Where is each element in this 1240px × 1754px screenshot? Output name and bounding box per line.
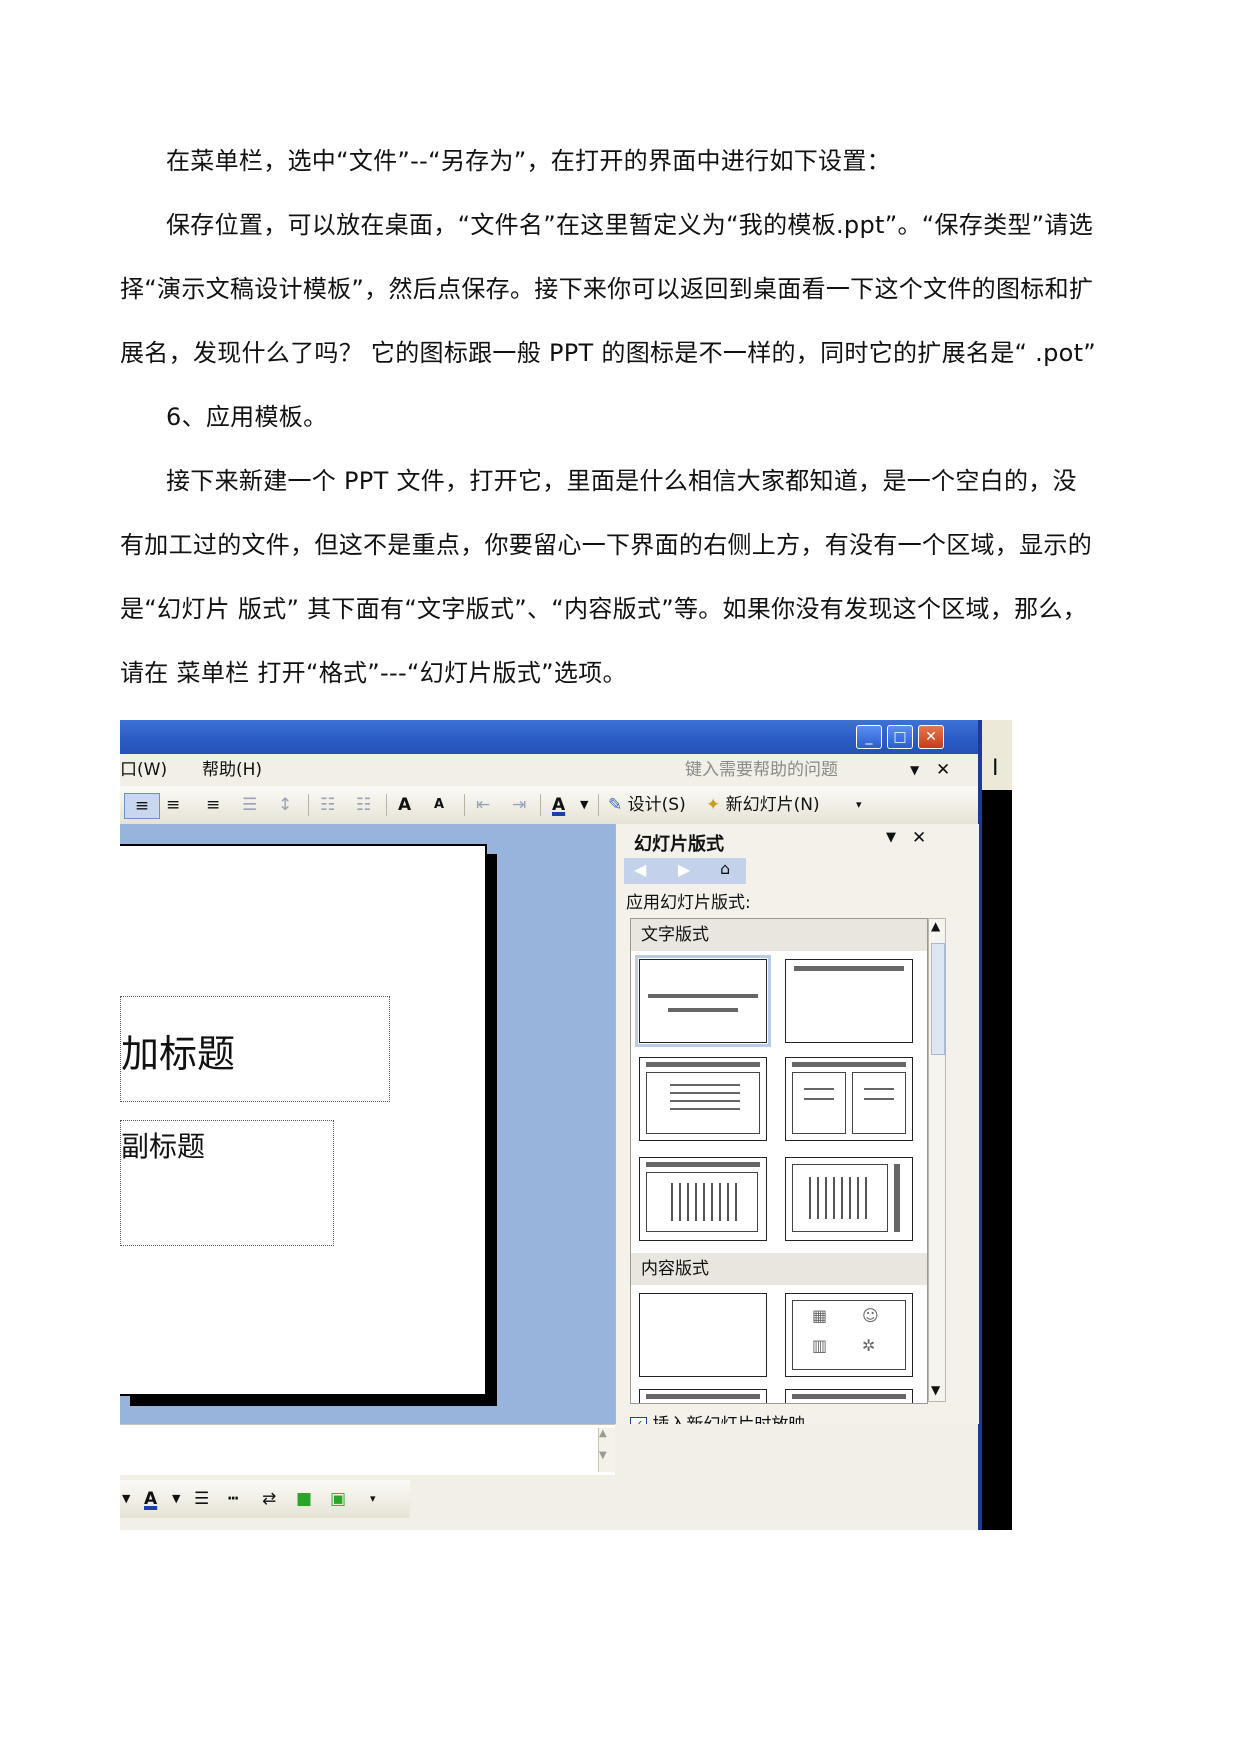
scroll-up-icon[interactable]: ▲ — [931, 919, 940, 933]
layout-title-only[interactable] — [785, 959, 913, 1043]
dash-style-icon[interactable]: ┅ — [228, 1480, 238, 1518]
layout-title-two-column[interactable] — [785, 1057, 913, 1141]
new-slide-label: 新幻灯片(N) — [725, 795, 820, 815]
line-spacing-icon[interactable]: ↕ — [278, 793, 292, 817]
help-dropdown-icon[interactable]: ▼ — [910, 754, 919, 786]
text-layouts-header: 文字版式 — [631, 919, 927, 951]
slide-layout-task-pane: 幻灯片版式 ▼ ✕ ◀ ▶ ⌂ 应用幻灯片版式: 文字版式 内容版式 ▦ ☺ ▥… — [615, 824, 979, 1435]
decrease-font-icon[interactable]: A — [434, 793, 444, 817]
fill-dropdown-icon[interactable]: ▼ — [122, 1480, 130, 1518]
close-icon[interactable]: ✕ — [918, 725, 944, 749]
font-color-dropdown-icon[interactable]: ▼ — [580, 793, 588, 817]
draw-font-color-icon[interactable]: A — [144, 1480, 157, 1518]
notes-scrollbar[interactable]: ▲ ▼ — [598, 1428, 615, 1472]
slide-canvas: 加标题 副标题 — [120, 844, 487, 1396]
subtitle-placeholder[interactable]: 副标题 — [120, 1120, 334, 1246]
slide-editing-area: 加标题 副标题 — [120, 824, 615, 1424]
paragraph-3-line-2: 有加工过的文件，但这不是重点，你要留心一下界面的右侧上方，有没有一个区域，显示的 — [120, 531, 1092, 559]
minimize-icon[interactable]: _ — [856, 725, 882, 749]
design-button[interactable]: ✎ 设计(S) — [608, 793, 686, 817]
3d-style-icon[interactable]: ▣ — [330, 1480, 346, 1518]
content-layouts-header: 内容版式 — [631, 1253, 927, 1285]
scroll-thumb[interactable] — [931, 943, 945, 1055]
font-color-icon[interactable]: A — [552, 793, 565, 817]
menu-window[interactable]: 口(W) — [120, 754, 167, 786]
diagram-icon: ✲ — [862, 1336, 876, 1355]
numbering-icon[interactable]: ☷ — [320, 793, 335, 817]
gallery-scrollbar[interactable]: ▲ ▼ — [928, 918, 946, 1402]
layout-blank[interactable] — [639, 1293, 767, 1377]
drawing-toolbar: ▼ A ▼ ☰ ┅ ⇄ ■ ▣ ▾ — [120, 1480, 410, 1518]
paragraph-2-line-1: 保存位置，可以放在桌面，“文件名”在这里暂定义为“我的模板.ppt”。“保存类型… — [166, 211, 1094, 239]
bullets-icon[interactable]: ☷ — [356, 793, 371, 817]
formatting-toolbar: ≡ ≡ ≡ ☰ ↕ ☷ ☷ A A ⇤ ⇥ A ▼ ✎ 设计(S) ✦ 新幻灯片… — [120, 786, 978, 825]
increase-indent-icon[interactable]: ⇥ — [512, 793, 526, 817]
maximize-icon[interactable]: □ — [887, 725, 913, 749]
title-placeholder[interactable]: 加标题 — [120, 996, 390, 1102]
design-icon: ✎ — [608, 795, 623, 815]
layout-content[interactable]: ▦ ☺ ▥ ✲ — [785, 1293, 913, 1377]
arrow-style-icon[interactable]: ⇄ — [262, 1480, 276, 1518]
title-placeholder-text: 加标题 — [121, 1032, 236, 1076]
help-search-input[interactable]: 键入需要帮助的问题 — [685, 754, 838, 786]
layout-vertical-title-text[interactable] — [639, 1157, 767, 1241]
paragraph-2-line-3: 展名，发现什么了吗？ 它的图标跟一般 PPT 的图标是不一样的，同时它的扩展名是… — [120, 339, 1097, 367]
drawing-options-icon[interactable]: ▾ — [370, 1480, 376, 1518]
clipart-icon: ☺ — [862, 1306, 879, 1325]
align-right-icon[interactable]: ≡ — [206, 793, 220, 817]
menu-close-icon[interactable]: ✕ — [936, 754, 950, 786]
toolbar-options-icon[interactable]: ▾ — [856, 793, 862, 817]
align-left-icon[interactable]: ≡ — [124, 793, 160, 819]
increase-font-icon[interactable]: A — [398, 793, 411, 817]
design-label: 设计(S) — [627, 795, 686, 815]
layout-gallery: 文字版式 内容版式 ▦ ☺ ▥ ✲ — [630, 918, 928, 1404]
paragraph-2-line-2: 择“演示文稿设计模板”，然后点保存。接下来你可以返回到桌面看一下这个文件的图标和… — [120, 275, 1094, 303]
paragraph-3-line-3: 是“幻灯片 版式” 其下面有“文字版式”、“内容版式”等。如果你没有发现这个区域… — [120, 595, 1088, 623]
table-icon: ▦ — [812, 1306, 828, 1325]
distribute-icon[interactable]: ☰ — [242, 793, 257, 817]
shadow-icon[interactable]: ■ — [296, 1480, 312, 1518]
menu-help[interactable]: 帮助(H) — [202, 754, 262, 786]
notes-pane[interactable] — [120, 1424, 615, 1475]
layout-title-slide[interactable] — [635, 955, 771, 1047]
back-icon[interactable]: ◀ — [634, 860, 646, 879]
paragraph-3-line-4: 请在 菜单栏 打开“格式”---“幻灯片版式”选项。 — [120, 659, 627, 687]
window-titlebar: _ □ ✕ — [120, 720, 978, 754]
background-window-char: I — [992, 756, 999, 781]
new-slide-button[interactable]: ✦ 新幻灯片(N) — [706, 793, 820, 817]
scroll-down-icon[interactable]: ▼ — [931, 1383, 940, 1397]
layout-title-content[interactable] — [639, 1389, 767, 1403]
chart-icon: ▥ — [812, 1336, 828, 1355]
powerpoint-screenshot: _ □ ✕ I 口(W) 帮助(H) 键入需要帮助的问题 ▼ ✕ ≡ ≡ ≡ ☰… — [120, 720, 1012, 1530]
lower-area: ▲ ▼ ▼ A ▼ ☰ ┅ ⇄ ■ ▣ ▾ — [120, 1424, 978, 1530]
line-style-icon[interactable]: ☰ — [194, 1480, 209, 1518]
task-pane-title: 幻灯片版式 — [634, 834, 724, 855]
heading-apply-template: 6、应用模板。 — [166, 403, 328, 431]
new-slide-icon: ✦ — [706, 795, 721, 815]
layout-title-two-content[interactable] — [785, 1389, 913, 1403]
draw-font-color-dropdown-icon[interactable]: ▼ — [172, 1480, 180, 1518]
background-window: I — [978, 720, 1012, 1530]
apply-layout-label: 应用幻灯片版式: — [626, 893, 751, 913]
task-pane-nav: ◀ ▶ ⌂ — [624, 858, 746, 884]
decrease-indent-icon[interactable]: ⇤ — [476, 793, 490, 817]
forward-icon[interactable]: ▶ — [678, 860, 690, 879]
task-pane-close-icon[interactable]: ✕ — [912, 828, 926, 848]
subtitle-placeholder-text: 副标题 — [121, 1130, 206, 1163]
menu-bar: 口(W) 帮助(H) 键入需要帮助的问题 ▼ ✕ — [120, 754, 978, 786]
layout-vertical-text[interactable] — [785, 1157, 913, 1241]
home-icon[interactable]: ⌂ — [720, 859, 730, 878]
paragraph-3-line-1: 接下来新建一个 PPT 文件，打开它，里面是什么相信大家都知道，是一个空白的，没 — [166, 467, 1077, 495]
paragraph-1: 在菜单栏，选中“文件”--“另存为”，在打开的界面中进行如下设置： — [166, 147, 891, 175]
align-center-icon[interactable]: ≡ — [166, 793, 180, 817]
task-pane-menu-icon[interactable]: ▼ — [886, 830, 896, 845]
layout-title-and-text[interactable] — [639, 1057, 767, 1141]
